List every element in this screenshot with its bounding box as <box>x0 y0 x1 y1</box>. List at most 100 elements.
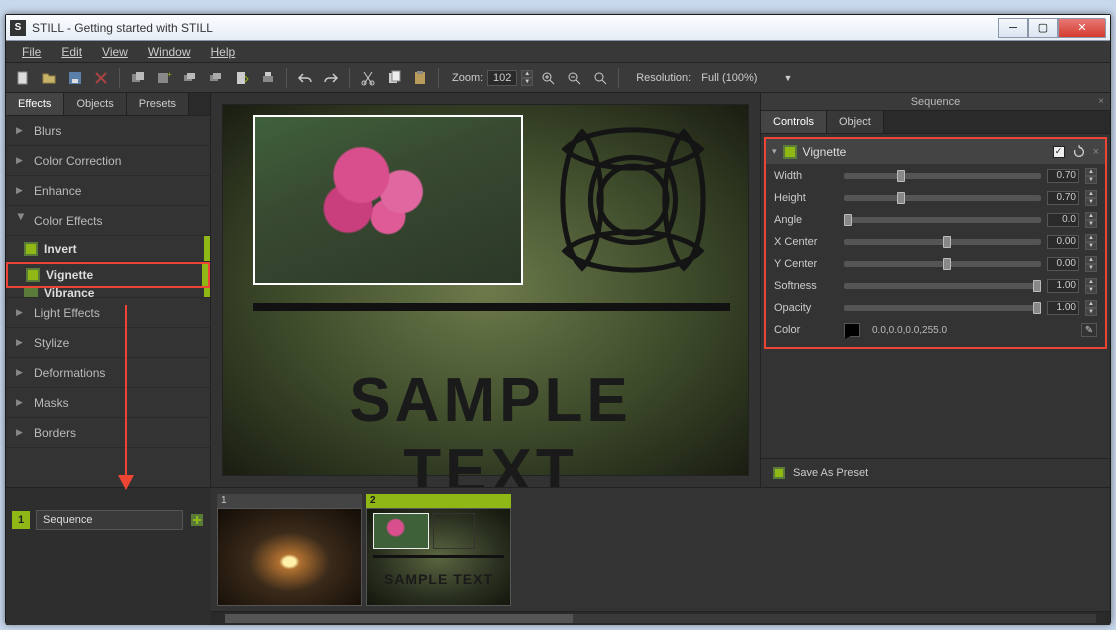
window-title: STILL - Getting started with STILL <box>32 21 998 35</box>
spinner-angle[interactable]: ▲▼ <box>1085 212 1097 228</box>
timeline-thumbnails: 1 2 SAMPLE TEXT <box>211 488 1110 625</box>
app-icon: S <box>10 20 26 36</box>
resolution-value[interactable]: Full (100%) <box>695 70 763 86</box>
category-borders[interactable]: ▶Borders <box>6 418 210 448</box>
category-masks[interactable]: ▶Masks <box>6 388 210 418</box>
panel-close-icon[interactable]: × <box>1098 96 1104 107</box>
category-enhance[interactable]: ▶Enhance <box>6 176 210 206</box>
effect-vignette[interactable]: Vignette <box>6 262 210 288</box>
tab-objects[interactable]: Objects <box>64 93 126 115</box>
zoom-spinner[interactable]: ▲▼ <box>521 70 533 86</box>
app-window: S STILL - Getting started with STILL ─ ▢… <box>5 14 1111 624</box>
slider-ycenter[interactable] <box>844 261 1041 267</box>
effect-vibrance[interactable]: Vibrance <box>6 288 210 298</box>
param-height: Height 0.70 ▲▼ <box>766 187 1105 209</box>
undo-icon[interactable] <box>294 67 316 89</box>
effect-icon <box>26 268 40 282</box>
menu-help[interactable]: Help <box>201 43 246 61</box>
canvas-viewport[interactable]: SAMPLE TEXT <box>211 93 760 487</box>
title-bar: S STILL - Getting started with STILL ─ ▢… <box>6 15 1110 41</box>
effect-invert[interactable]: Invert <box>6 236 210 262</box>
close-button[interactable]: ✕ <box>1058 18 1106 38</box>
menu-view[interactable]: View <box>92 43 138 61</box>
spinner-xcenter[interactable]: ▲▼ <box>1085 234 1097 250</box>
tab-object[interactable]: Object <box>827 111 884 133</box>
timeline-thumb-1[interactable]: 1 <box>217 494 362 606</box>
slider-softness[interactable] <box>844 283 1041 289</box>
spinner-height[interactable]: ▲▼ <box>1085 190 1097 206</box>
effects-panel: Effects Objects Presets ▶Blurs ▶Color Co… <box>6 93 211 487</box>
param-softness: Softness 1.00 ▲▼ <box>766 275 1105 297</box>
category-light-effects[interactable]: ▶Light Effects <box>6 298 210 328</box>
add-sequence-icon[interactable] <box>189 512 205 528</box>
zoom-out-icon[interactable] <box>563 67 585 89</box>
new-icon[interactable] <box>12 67 34 89</box>
stack-icon[interactable] <box>179 67 201 89</box>
category-stylize[interactable]: ▶Stylize <box>6 328 210 358</box>
toolbar: + Zoom: 102 ▲▼ Resolution: Full (100%) ▼ <box>6 63 1110 93</box>
print-icon[interactable] <box>257 67 279 89</box>
color-picker-icon[interactable]: ✎ <box>1081 323 1097 337</box>
category-deformations[interactable]: ▶Deformations <box>6 358 210 388</box>
menu-edit[interactable]: Edit <box>51 43 92 61</box>
paste-icon[interactable] <box>409 67 431 89</box>
timeline-thumb-2[interactable]: 2 SAMPLE TEXT <box>366 494 511 606</box>
sequence-list: 1 Sequence <box>6 488 211 625</box>
maximize-button[interactable]: ▢ <box>1028 18 1058 38</box>
sample-text: SAMPLE TEXT <box>253 365 728 487</box>
stack2-icon[interactable] <box>205 67 227 89</box>
slider-angle[interactable] <box>844 217 1041 223</box>
spinner-softness[interactable]: ▲▼ <box>1085 278 1097 294</box>
document-preview: SAMPLE TEXT <box>223 105 748 475</box>
spinner-ycenter[interactable]: ▲▼ <box>1085 256 1097 272</box>
color-swatch[interactable]: ▸ <box>844 323 860 337</box>
tab-presets[interactable]: Presets <box>127 93 189 115</box>
image-sequence-icon[interactable] <box>127 67 149 89</box>
category-color-effects[interactable]: ▶Color Effects <box>6 206 210 236</box>
slider-xcenter[interactable] <box>844 239 1041 245</box>
minimize-button[interactable]: ─ <box>998 18 1028 38</box>
image-add-icon[interactable]: + <box>153 67 175 89</box>
effect-icon <box>24 288 38 298</box>
menu-window[interactable]: Window <box>138 43 201 61</box>
param-ycenter: Y Center 0.00 ▲▼ <box>766 253 1105 275</box>
sequence-name-input[interactable]: Sequence <box>36 510 183 530</box>
slider-height[interactable] <box>844 195 1041 201</box>
zoom-in-icon[interactable] <box>537 67 559 89</box>
slider-opacity[interactable] <box>844 305 1041 311</box>
category-color-correction[interactable]: ▶Color Correction <box>6 146 210 176</box>
spinner-opacity[interactable]: ▲▼ <box>1085 300 1097 316</box>
effect-header[interactable]: ▾ Vignette ✓ × <box>766 139 1105 165</box>
zoom-fit-icon[interactable] <box>589 67 611 89</box>
photo-placeholder <box>253 115 523 285</box>
zoom-label: Zoom: <box>452 72 483 84</box>
effect-reset-icon[interactable] <box>1071 144 1087 160</box>
redo-icon[interactable] <box>320 67 342 89</box>
cut-icon[interactable] <box>357 67 379 89</box>
sequence-panel: Sequence × Controls Object ▾ Vignette ✓ … <box>760 93 1110 487</box>
effect-enable-checkbox[interactable]: ✓ <box>1053 146 1065 158</box>
effect-icon <box>24 242 38 256</box>
open-icon[interactable] <box>38 67 60 89</box>
save-as-preset-button[interactable]: Save As Preset <box>761 458 1110 487</box>
zoom-value[interactable]: 102 <box>487 70 517 86</box>
copy-icon[interactable] <box>383 67 405 89</box>
tab-controls[interactable]: Controls <box>761 111 827 133</box>
category-blurs[interactable]: ▶Blurs <box>6 116 210 146</box>
delete-icon[interactable] <box>90 67 112 89</box>
menu-bar: File Edit View Window Help <box>6 41 1110 63</box>
resolution-dropdown-icon[interactable]: ▼ <box>783 73 792 83</box>
spinner-width[interactable]: ▲▼ <box>1085 168 1097 184</box>
export-icon[interactable] <box>231 67 253 89</box>
param-xcenter: X Center 0.00 ▲▼ <box>766 231 1105 253</box>
slider-width[interactable] <box>844 173 1041 179</box>
effect-icon <box>783 145 797 159</box>
effect-remove-icon[interactable]: × <box>1093 146 1099 158</box>
save-icon[interactable] <box>64 67 86 89</box>
menu-file[interactable]: File <box>12 43 51 61</box>
tab-effects[interactable]: Effects <box>6 93 64 115</box>
svg-text:+: + <box>167 70 172 79</box>
controls-highlight: ▾ Vignette ✓ × Width 0.70 ▲▼ Height 0.7 <box>764 137 1107 349</box>
timeline-scrollbar[interactable] <box>211 611 1110 625</box>
sequence-number[interactable]: 1 <box>12 511 30 529</box>
